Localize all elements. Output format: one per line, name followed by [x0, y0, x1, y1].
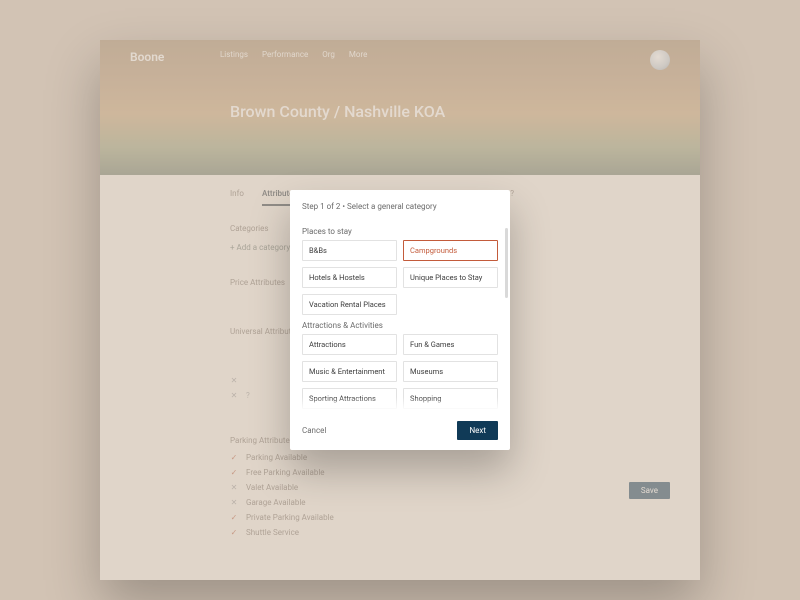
attr-label: Parking Available	[246, 453, 307, 462]
attr-label: Private Parking Available	[246, 513, 334, 522]
option-attractions[interactable]: Attractions	[302, 334, 397, 355]
attr-row: ✓ Shuttle Service	[230, 528, 670, 537]
nav-org[interactable]: Org	[322, 50, 335, 59]
nav-more[interactable]: More	[349, 50, 367, 59]
option-fun-games[interactable]: Fun & Games	[403, 334, 498, 355]
check-icon: ✓	[230, 513, 238, 522]
attr-label: Valet Available	[246, 483, 298, 492]
cancel-button[interactable]: Cancel	[302, 426, 326, 435]
tab-info[interactable]: Info	[230, 189, 244, 206]
x-icon: ✕	[230, 376, 238, 385]
next-button[interactable]: Next	[457, 421, 498, 440]
brand-logo[interactable]: Boone	[130, 50, 670, 64]
check-icon: ✓	[230, 528, 238, 537]
option-music-entertainment[interactable]: Music & Entertainment	[302, 361, 397, 382]
attr-label: Free Parking Available	[246, 468, 325, 477]
nav-listings[interactable]: Listings	[220, 50, 248, 59]
scrollbar[interactable]	[505, 228, 508, 298]
attr-row: ✕ Valet Available	[230, 483, 670, 492]
avatar[interactable]	[650, 50, 670, 70]
scroll-fade	[302, 397, 498, 411]
x-icon: ✕	[230, 498, 238, 507]
attr-row: ✓ Free Parking Available	[230, 468, 670, 477]
attr-label: Shuttle Service	[246, 528, 299, 537]
attr-row: ✓ Private Parking Available	[230, 513, 670, 522]
check-icon: ✓	[230, 468, 238, 477]
group-label: Places to stay	[302, 227, 498, 236]
option-vacation-rental-places[interactable]: Vacation Rental Places	[302, 294, 397, 315]
group-label: Attractions & Activities	[302, 321, 498, 330]
save-button[interactable]: Save	[629, 482, 670, 499]
attr-row: ✕ Garage Available	[230, 498, 670, 507]
x-icon: ✕	[230, 483, 238, 492]
modal-step: Step 1 of 2 • Select a general category	[302, 202, 498, 211]
page-title: Brown County / Nashville KOA	[230, 102, 445, 121]
option-museums[interactable]: Museums	[403, 361, 498, 382]
attr-row: ✓ Parking Available	[230, 453, 670, 462]
option-unique-places-to-stay[interactable]: Unique Places to Stay	[403, 267, 498, 288]
nav-performance[interactable]: Performance	[262, 50, 308, 59]
category-modal: Step 1 of 2 • Select a general category …	[290, 190, 510, 450]
question-icon: ?	[246, 391, 250, 400]
option-b-bs[interactable]: B&Bs	[302, 240, 397, 261]
hero-banner: Boone Listings Performance Org More Brown C…	[100, 40, 700, 175]
check-icon: ✓	[230, 453, 238, 462]
modal-scroll[interactable]: Places to stay B&Bs Campgrounds Hotels & Ho…	[302, 221, 498, 411]
x-icon: ✕	[230, 391, 238, 400]
attr-label: Garage Available	[246, 498, 306, 507]
option-campgrounds[interactable]: Campgrounds	[403, 240, 498, 261]
top-nav: Listings Performance Org More	[220, 50, 367, 59]
option-hotels-hostels[interactable]: Hotels & Hostels	[302, 267, 397, 288]
